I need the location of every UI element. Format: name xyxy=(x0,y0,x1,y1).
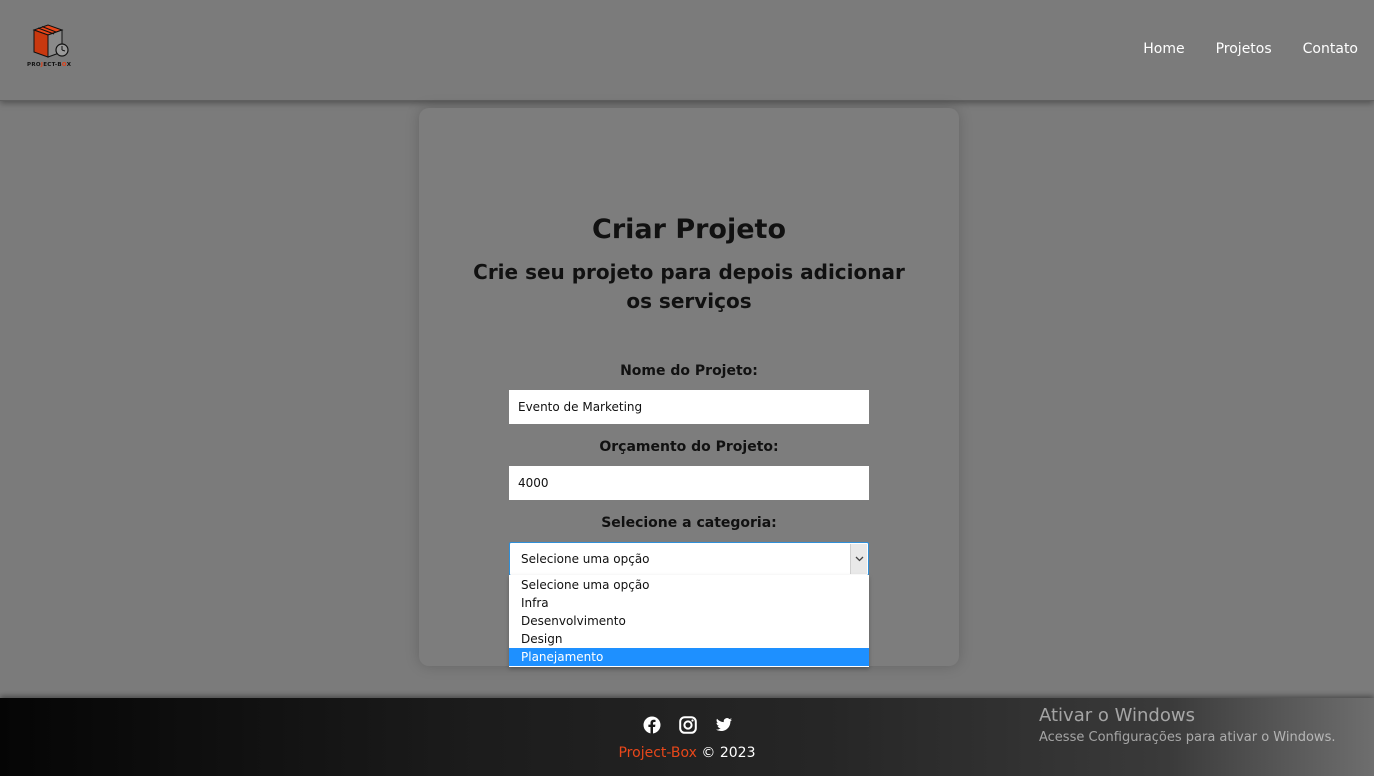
category-select-value: Selecione uma opção xyxy=(521,552,650,566)
nav-contato-link[interactable]: Contato xyxy=(1303,41,1358,57)
category-dropdown-list: Selecione uma opção Infra Desenvolviment… xyxy=(509,575,869,667)
project-name-input[interactable]: Evento de Marketing xyxy=(509,390,869,424)
category-select[interactable]: Selecione uma opção xyxy=(509,542,869,576)
watermark-subtitle: Acesse Configurações para ativar o Windo… xyxy=(1039,730,1336,745)
nav-home-link[interactable]: Home xyxy=(1143,41,1184,57)
category-option-desenvolvimento[interactable]: Desenvolvimento xyxy=(509,612,869,630)
facebook-icon[interactable] xyxy=(643,716,661,734)
watermark-title: Ativar o Windows xyxy=(1039,705,1195,726)
footer-brand: Project-Box xyxy=(618,745,697,761)
nav-projetos-link[interactable]: Projetos xyxy=(1216,41,1272,57)
project-budget-input[interactable]: 4000 xyxy=(509,466,869,500)
project-box-logo[interactable]: PROJECT-BOX xyxy=(26,24,80,72)
project-name-label: Nome do Projeto: xyxy=(620,363,758,379)
page-subtitle: Crie seu projeto para depois adicionar o… xyxy=(473,260,905,313)
copyright-text: Project-Box © 2023 xyxy=(0,745,1374,761)
project-budget-label: Orçamento do Projeto: xyxy=(599,439,779,455)
windows-activation-watermark: Ativar o Windows Acesse Configurações pa… xyxy=(1039,705,1335,745)
box-logo-icon xyxy=(32,24,69,58)
instagram-icon[interactable] xyxy=(679,716,697,734)
chevron-down-icon[interactable] xyxy=(850,544,867,574)
main-nav: Home Projetos Contato xyxy=(1143,41,1358,57)
site-header: PROJECT-BOX Home Projetos Contato xyxy=(0,0,1374,101)
twitter-icon[interactable] xyxy=(715,716,733,734)
logo-wordmark: PROJECT-BOX xyxy=(27,62,72,68)
category-label: Selecione a categoria: xyxy=(601,515,777,531)
page-title: Criar Projeto xyxy=(592,214,786,245)
category-option-planejamento[interactable]: Planejamento xyxy=(509,648,869,666)
category-option-placeholder[interactable]: Selecione uma opção xyxy=(509,576,869,594)
copyright-year: © 2023 xyxy=(701,745,756,761)
social-links xyxy=(643,716,733,734)
category-option-design[interactable]: Design xyxy=(509,630,869,648)
category-option-infra[interactable]: Infra xyxy=(509,594,869,612)
